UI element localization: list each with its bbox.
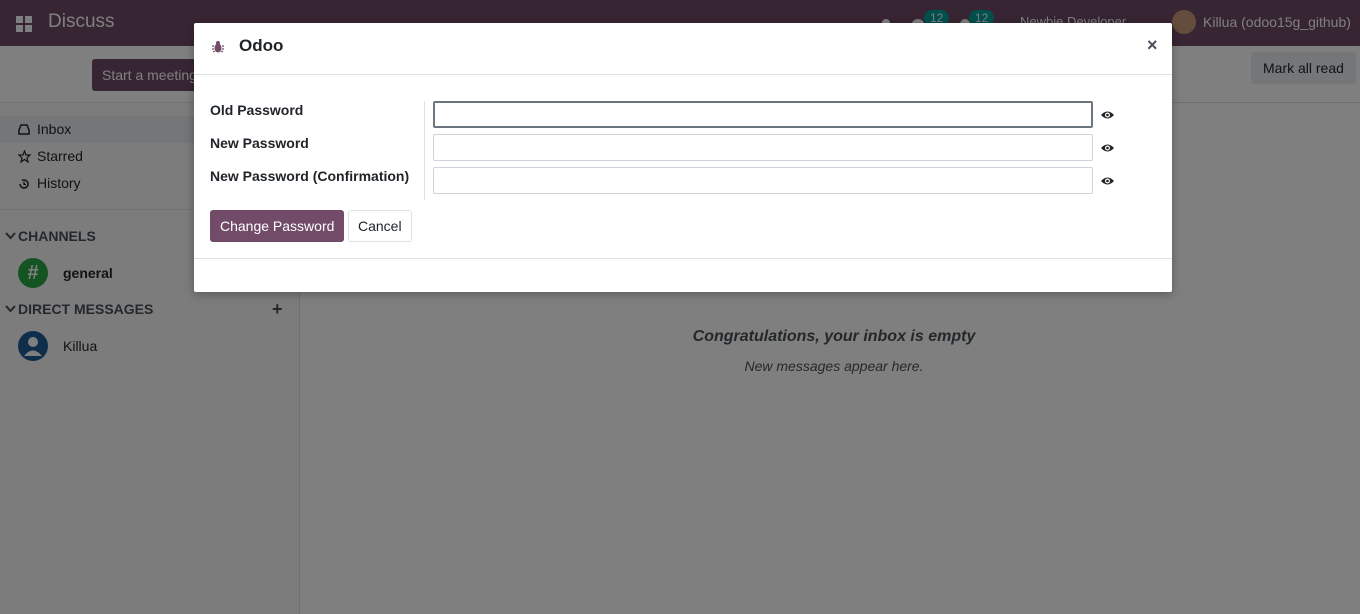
new-password-label: New Password xyxy=(210,135,309,151)
confirm-password-label: New Password (Confirmation) xyxy=(210,168,410,184)
close-button[interactable]: × xyxy=(1147,35,1158,56)
change-password-button[interactable]: Change Password xyxy=(210,210,345,242)
old-password-input[interactable] xyxy=(433,101,1093,128)
dialog-header: Odoo × xyxy=(194,23,1172,75)
label-divider xyxy=(424,101,425,200)
show-password-eye-icon[interactable] xyxy=(1100,175,1115,187)
show-password-eye-icon[interactable] xyxy=(1100,142,1115,154)
cancel-button[interactable]: Cancel xyxy=(348,210,412,242)
confirm-password-input[interactable] xyxy=(433,167,1093,194)
bug-icon xyxy=(212,41,224,53)
old-password-label: Old Password xyxy=(210,102,304,118)
new-password-input[interactable] xyxy=(433,134,1093,161)
show-password-eye-icon[interactable] xyxy=(1100,109,1115,121)
dialog-title: Odoo xyxy=(239,36,284,55)
dialog-footer-divider xyxy=(194,258,1172,259)
change-password-dialog: Odoo × Old Password New Password New Pas… xyxy=(194,23,1172,292)
